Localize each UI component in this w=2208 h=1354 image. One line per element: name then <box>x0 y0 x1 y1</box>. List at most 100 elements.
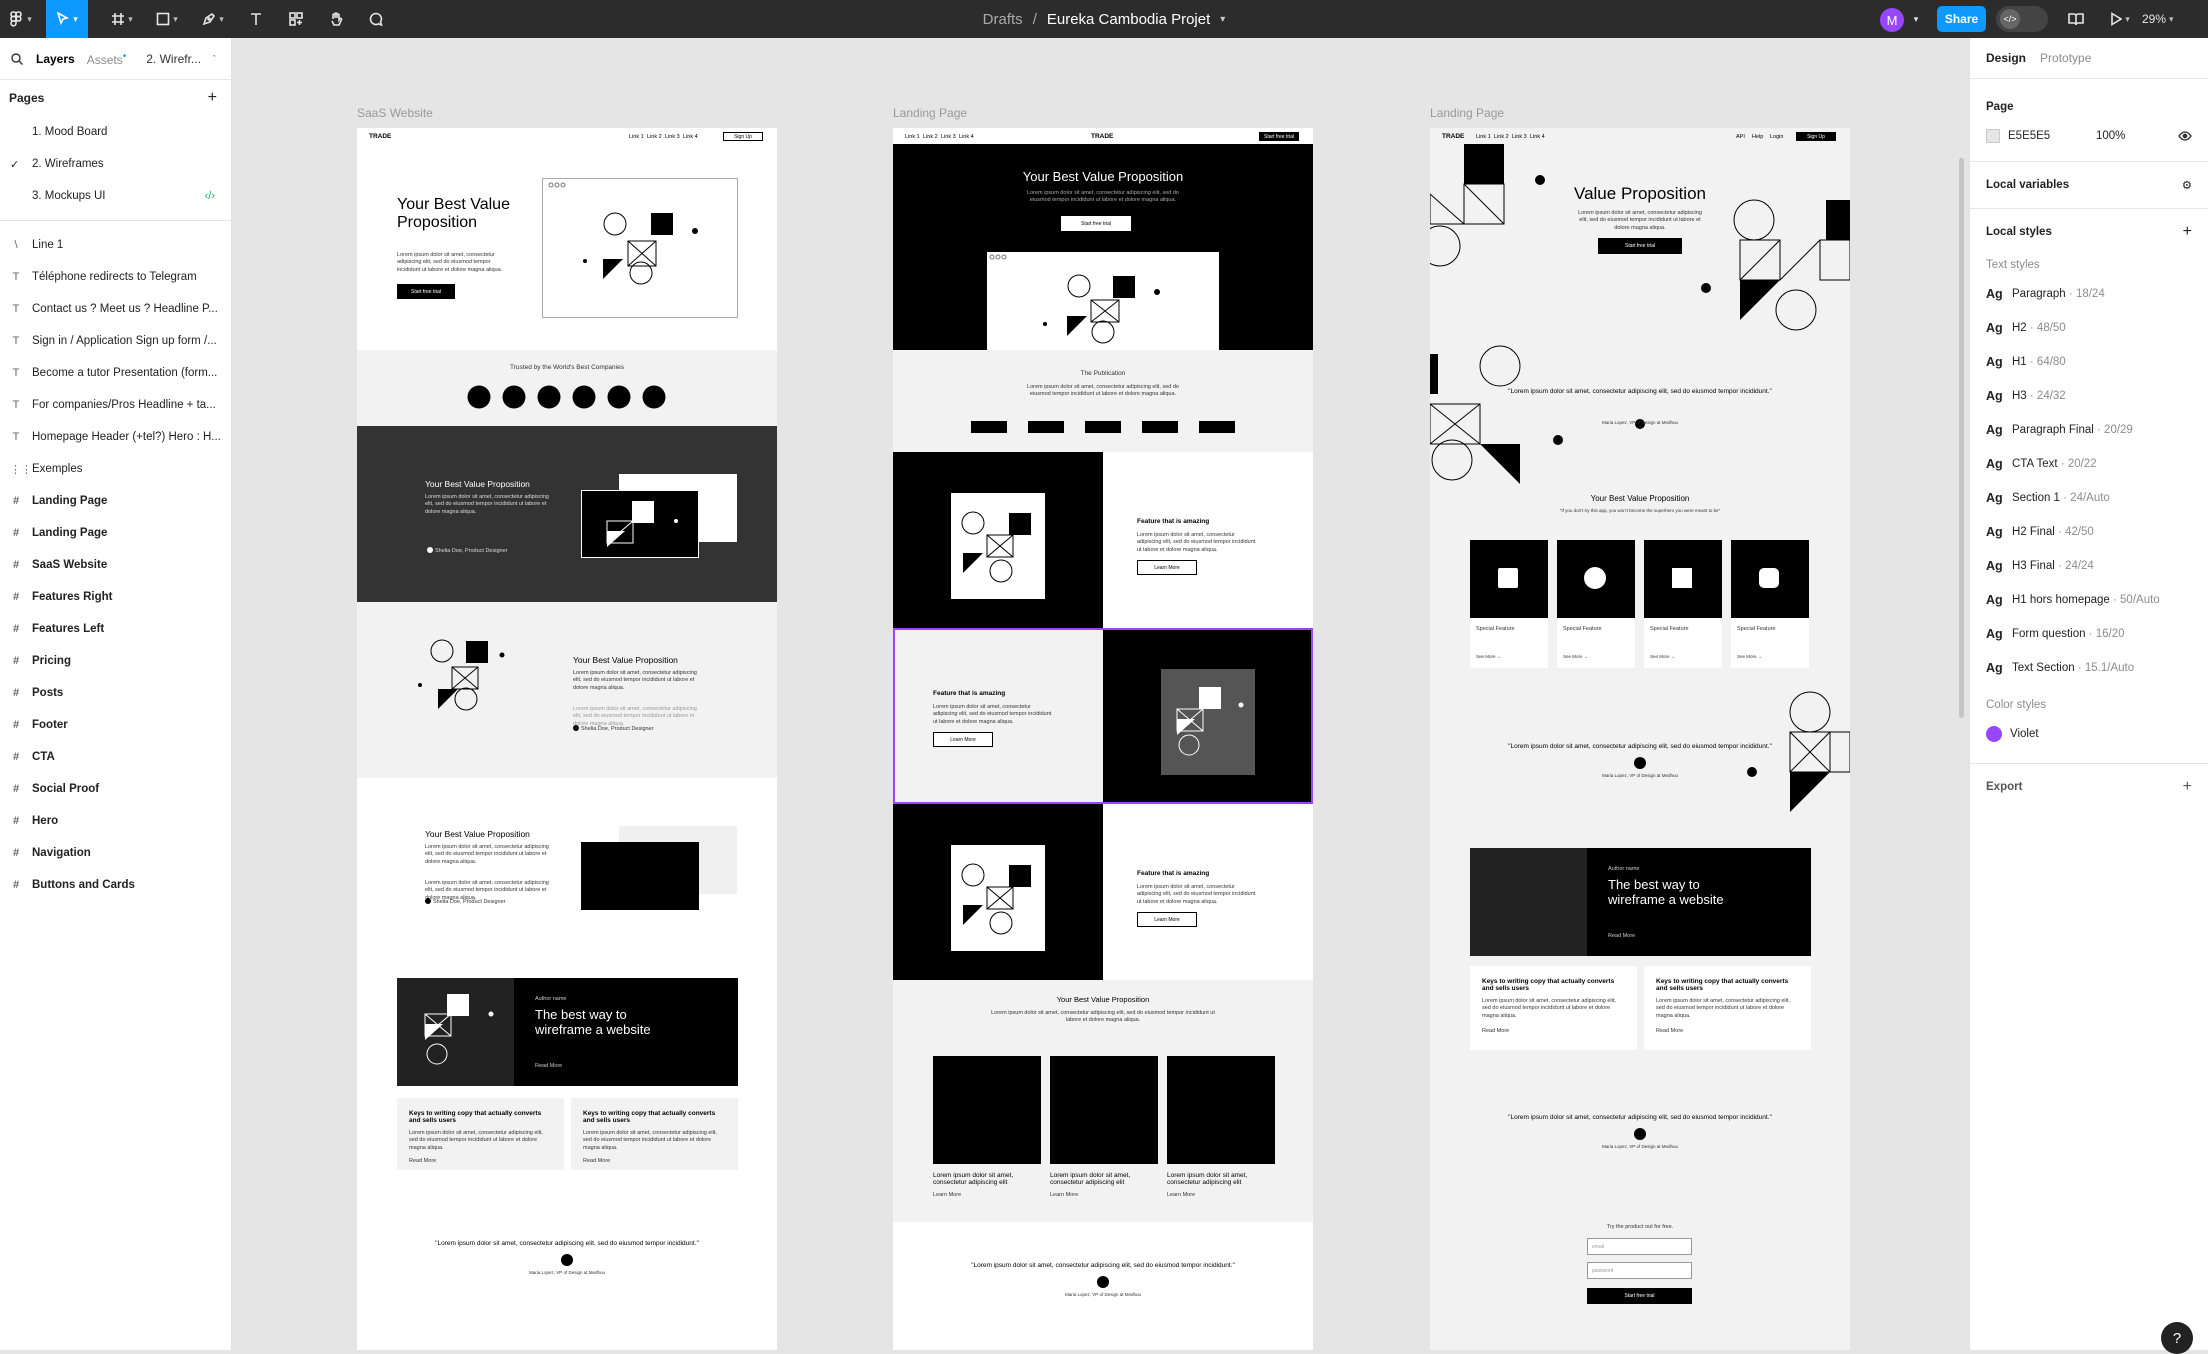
learn-more-button[interactable]: Learn More <box>1137 560 1197 575</box>
text-style-item[interactable]: Ag Form question · 16/20 <box>1970 617 2208 651</box>
main-menu-button[interactable]: ▾ <box>4 0 38 38</box>
nav-link[interactable]: Link 1 <box>629 134 644 140</box>
pen-tool-button[interactable]: ▾ <box>196 0 230 38</box>
see-more-link[interactable]: See More → <box>1650 654 1675 660</box>
resources-button[interactable] <box>284 0 308 38</box>
nav-link[interactable]: Help <box>1752 134 1763 140</box>
nav-link[interactable]: Link 2 <box>647 134 662 140</box>
read-more-link[interactable]: Read More <box>409 1158 436 1165</box>
dev-mode-toggle[interactable]: </> <box>1996 6 2048 32</box>
cta-button[interactable]: Start free trial <box>1259 132 1299 141</box>
selection-outline[interactable] <box>893 628 1313 804</box>
frame-label-landing-2[interactable]: Landing Page <box>1430 106 1504 120</box>
frame-label-landing-1[interactable]: Landing Page <box>893 106 967 120</box>
page-color-swatch[interactable] <box>1986 129 2000 143</box>
read-more-link[interactable]: Read More <box>535 1063 562 1070</box>
add-export-icon[interactable]: + <box>2183 778 2192 796</box>
text-style-item[interactable]: Ag H1 hors homepage · 50/Auto <box>1970 583 2208 617</box>
nav-link[interactable]: Link 1 <box>905 134 920 140</box>
text-style-item[interactable]: Ag Paragraph Final · 20/29 <box>1970 413 2208 447</box>
layer-item[interactable]: T Homepage Header (+tel?) Hero : H... <box>0 421 231 453</box>
frame-saas-website[interactable]: TRADE Link 1 Link 2 Link 3 Link 4 Sign U… <box>357 128 777 1350</box>
layer-item[interactable]: T Become a tutor Presentation (form... <box>0 357 231 389</box>
search-icon[interactable] <box>10 52 24 66</box>
layer-item[interactable]: # Features Right <box>0 581 231 613</box>
text-style-item[interactable]: Ag H3 · 24/32 <box>1970 379 2208 413</box>
tab-prototype[interactable]: Prototype <box>2040 51 2091 65</box>
learn-more-link[interactable]: Learn More <box>933 1192 961 1199</box>
learn-more-button[interactable]: Learn More <box>1137 912 1197 927</box>
nav-link[interactable]: Login <box>1770 134 1783 140</box>
cta-button[interactable]: Start free trial <box>1587 1288 1692 1304</box>
chevron-up-icon[interactable]: ˆ <box>213 54 216 64</box>
nav-logo[interactable]: TRADE <box>1442 133 1464 140</box>
layer-item[interactable]: # Landing Page <box>0 485 231 517</box>
shape-tool-button[interactable]: ▾ <box>150 0 184 38</box>
cta-button[interactable]: Start free trial <box>397 284 455 299</box>
special-feature-card[interactable]: Special Feature See More → <box>1557 540 1635 668</box>
move-tool-button[interactable]: ▾ <box>46 0 88 38</box>
nav-link[interactable]: Link 2 <box>1494 134 1509 140</box>
canvas[interactable]: SaaS Website Landing Page Landing Page T… <box>233 38 1969 1350</box>
nav-link[interactable]: Link 3 <box>941 134 956 140</box>
nav-link[interactable]: Link 1 <box>1476 134 1491 140</box>
text-style-item[interactable]: Ag CTA Text · 20/22 <box>1970 447 2208 481</box>
cta-button[interactable]: Start free trial <box>1598 238 1682 254</box>
page-opacity-value[interactable]: 100% <box>2096 130 2170 142</box>
nav-link[interactable]: API <box>1736 134 1745 140</box>
text-style-item[interactable]: Ag H3 Final · 24/24 <box>1970 549 2208 583</box>
local-variables-header[interactable]: Local variables ⚙ <box>1970 162 2208 208</box>
nav-link[interactable]: Link 2 <box>923 134 938 140</box>
text-style-item[interactable]: Ag Paragraph · 18/24 <box>1970 277 2208 311</box>
nav-link[interactable]: Link 4 <box>1530 134 1545 140</box>
page-color-value[interactable]: E5E5E5 <box>2008 130 2088 142</box>
file-name[interactable]: Eureka Cambodia Projet <box>1047 11 1210 28</box>
page-switcher[interactable]: 2. Wirefr... <box>146 52 201 66</box>
layer-item[interactable]: # Footer <box>0 709 231 741</box>
learn-more-link[interactable]: Learn More <box>1050 1192 1078 1199</box>
share-button[interactable]: Share <box>1937 6 1986 32</box>
hand-tool-button[interactable] <box>324 0 348 38</box>
layer-item[interactable]: # Features Left <box>0 613 231 645</box>
frame-landing-page-1[interactable]: Link 1 Link 2 Link 3 Link 4 TRADE Start … <box>893 128 1313 1350</box>
layer-item[interactable]: T Sign in / Application Sign up form /... <box>0 325 231 357</box>
layer-item[interactable]: # Social Proof <box>0 773 231 805</box>
signup-button[interactable]: Sign Up <box>1796 132 1836 141</box>
layer-item[interactable]: # Pricing <box>0 645 231 677</box>
present-button[interactable]: ▾ <box>2104 0 2136 38</box>
nav-logo[interactable]: TRADE <box>1091 133 1113 140</box>
layer-item[interactable]: ⋮⋮ Exemples <box>0 453 231 485</box>
text-tool-button[interactable] <box>244 0 268 38</box>
zoom-menu[interactable]: 29% ▾ <box>2142 0 2174 38</box>
help-button[interactable]: ? <box>2161 1322 2193 1354</box>
text-style-item[interactable]: Ag H2 · 48/50 <box>1970 311 2208 345</box>
layer-item[interactable]: # CTA <box>0 741 231 773</box>
email-input[interactable]: email <box>1587 1238 1692 1255</box>
layer-item[interactable]: # Navigation <box>0 837 231 869</box>
layer-item[interactable]: # Hero <box>0 805 231 837</box>
page-item-mockups-ui[interactable]: 3. Mockups UI ‹/› <box>0 180 231 212</box>
read-more-link[interactable]: Read More <box>1608 933 1635 940</box>
see-more-link[interactable]: See More → <box>1563 654 1588 660</box>
read-more-link[interactable]: Read More <box>583 1158 610 1165</box>
library-button[interactable] <box>2064 0 2088 38</box>
chevron-down-icon[interactable]: ▾ <box>1910 0 1922 38</box>
special-feature-card[interactable]: Special Feature See More → <box>1644 540 1722 668</box>
chevron-down-icon[interactable]: ▾ <box>1220 14 1225 25</box>
read-more-link[interactable]: Read More <box>1656 1028 1683 1035</box>
layer-item[interactable]: \ Line 1 <box>0 229 231 261</box>
tab-assets[interactable]: Assets• <box>87 51 127 67</box>
avatar[interactable]: M <box>1880 8 1904 32</box>
add-style-icon[interactable]: + <box>2183 223 2192 241</box>
read-more-link[interactable]: Read More <box>1482 1028 1509 1035</box>
special-feature-card[interactable]: Special Feature See More → <box>1470 540 1548 668</box>
frame-landing-page-2[interactable]: TRADE Link 1 Link 2 Link 3 Link 4 API He… <box>1430 128 1850 1350</box>
see-more-link[interactable]: See More → <box>1476 654 1501 660</box>
page-item-mood-board[interactable]: 1. Mood Board <box>0 116 231 148</box>
nav-link[interactable]: Link 3 <box>665 134 680 140</box>
nav-link[interactable]: Link 4 <box>683 134 698 140</box>
nav-link[interactable]: Link 4 <box>959 134 974 140</box>
frame-label-saas[interactable]: SaaS Website <box>357 106 433 120</box>
canvas-scrollbar[interactable] <box>1959 158 1964 718</box>
special-feature-card[interactable]: Special Feature See More → <box>1731 540 1809 668</box>
